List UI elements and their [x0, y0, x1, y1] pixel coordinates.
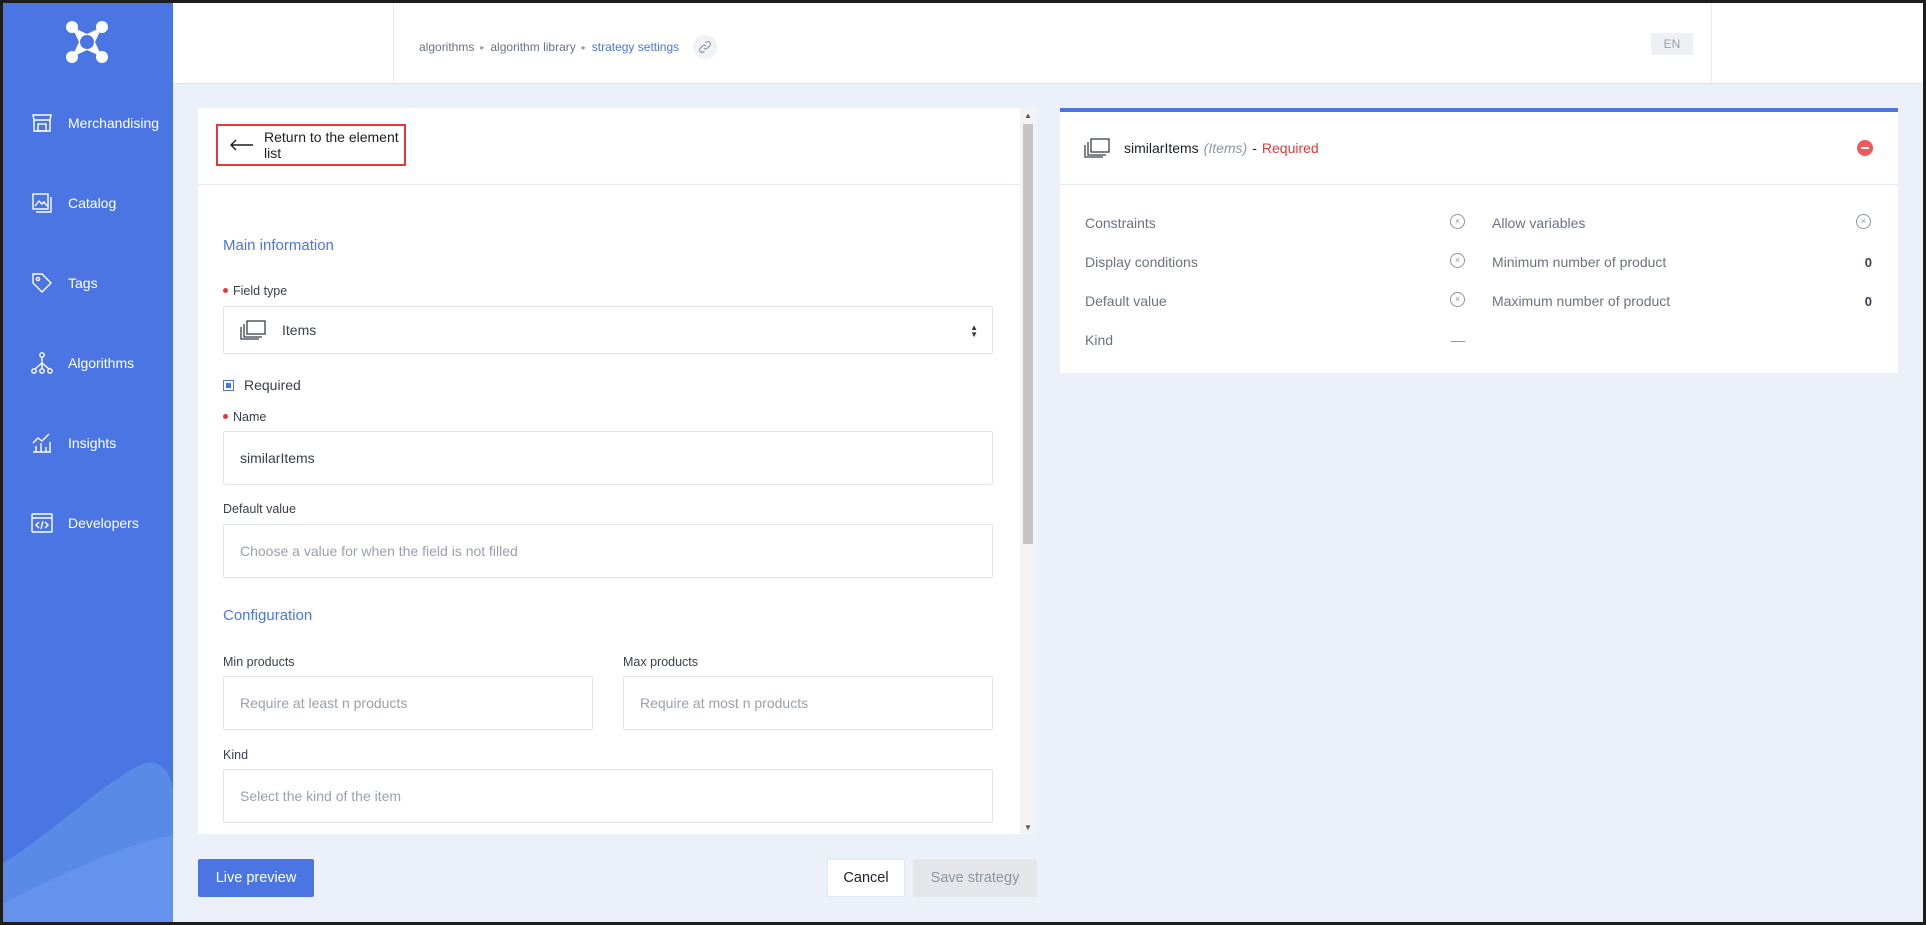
- max-products-label: Max products: [623, 655, 699, 669]
- preview-row-label: Minimum number of product: [1492, 254, 1667, 270]
- copy-link-button[interactable]: [693, 35, 718, 59]
- form-scrollbar[interactable]: ▲ ▼: [1020, 108, 1036, 834]
- arrow-left-icon: [230, 139, 254, 151]
- divider: [198, 184, 1020, 185]
- default-value-label: Default value: [223, 502, 296, 516]
- sidebar-item-label: Insights: [68, 435, 117, 451]
- cancel-button[interactable]: Cancel: [827, 859, 905, 897]
- breadcrumb-item-algorithm-library[interactable]: algorithm library: [490, 40, 575, 54]
- algorithm-tree-icon: [29, 350, 55, 376]
- return-label: Return to the element list: [264, 129, 399, 161]
- name-input[interactable]: similarItems: [223, 431, 993, 485]
- minus-icon: [1861, 147, 1869, 149]
- breadcrumb: algorithms ▸ algorithm library ▸ strateg…: [419, 35, 718, 59]
- items-stack-icon: [1084, 138, 1110, 158]
- kind-label: Kind: [223, 748, 249, 762]
- items-stack-icon: [240, 320, 266, 340]
- save-strategy-button[interactable]: Save strategy: [913, 859, 1037, 897]
- preview-row-label: Kind: [1085, 332, 1114, 348]
- empty-dash-icon: [1451, 341, 1465, 342]
- logo-icon: [65, 21, 108, 63]
- app-logo[interactable]: [0, 0, 173, 84]
- preview-separator: -: [1252, 140, 1257, 156]
- return-to-list-button[interactable]: Return to the element list: [216, 124, 406, 166]
- preview-row-label: Display conditions: [1085, 254, 1198, 270]
- sidebar-decoration: [0, 762, 173, 925]
- x-circle-icon: ×: [1450, 253, 1465, 268]
- default-value-placeholder: Choose a value for when the field is not…: [240, 543, 518, 559]
- breadcrumb-item-strategy-settings: strategy settings: [591, 40, 680, 54]
- name-label: Name: [223, 410, 266, 424]
- code-window-icon: [29, 510, 55, 536]
- remove-element-button[interactable]: [1857, 140, 1873, 156]
- preview-element-name: similarItems: [1124, 140, 1199, 156]
- required-dot: [223, 288, 228, 294]
- top-bar: algorithms ▸ algorithm library ▸ strateg…: [173, 3, 1923, 84]
- breadcrumb-separator-icon: ▸: [581, 42, 586, 52]
- sidebar-item-catalog[interactable]: Catalog: [0, 175, 173, 231]
- element-preview-card: similarItems (Items) - Required Constrai…: [1060, 108, 1898, 373]
- min-products-placeholder: Require at least n products: [240, 695, 408, 711]
- field-type-value: Items: [282, 322, 317, 338]
- tag-icon: [29, 270, 55, 296]
- divider: [393, 3, 394, 83]
- preview-row-value: 0: [1864, 294, 1872, 309]
- preview-row-label: Maximum number of product: [1492, 293, 1671, 309]
- required-dot: [223, 414, 228, 420]
- sidebar-item-label: Tags: [68, 275, 98, 291]
- x-circle-icon: ×: [1856, 214, 1871, 229]
- link-icon: [699, 41, 712, 53]
- min-products-label: Min products: [223, 655, 295, 669]
- live-preview-button[interactable]: Live preview: [198, 859, 314, 897]
- chart-icon: [29, 430, 55, 456]
- sidebar: Merchandising Catalog Tags Algorithms In…: [0, 0, 173, 925]
- scroll-down-icon[interactable]: ▼: [1020, 820, 1036, 834]
- scroll-up-icon[interactable]: ▲: [1020, 108, 1036, 122]
- preview-row-label: Allow variables: [1492, 215, 1586, 231]
- name-input-value: similarItems: [240, 450, 315, 466]
- section-title-main-information: Main information: [223, 237, 334, 254]
- preview-required-badge: Required: [1261, 140, 1319, 156]
- x-circle-icon: ×: [1450, 292, 1465, 307]
- select-caret-icon: ▲ ▼: [970, 323, 978, 339]
- field-type-label: Field type: [223, 284, 287, 298]
- preview-row-label: Constraints: [1085, 215, 1156, 231]
- sidebar-item-merchandising[interactable]: Merchandising: [0, 95, 173, 151]
- sidebar-item-label: Catalog: [68, 195, 117, 211]
- field-type-label-text: Field type: [233, 284, 288, 298]
- breadcrumb-item-algorithms[interactable]: algorithms: [419, 40, 474, 54]
- language-selector[interactable]: EN: [1651, 33, 1693, 55]
- x-circle-icon: ×: [1450, 214, 1465, 229]
- divider: [1711, 3, 1712, 83]
- breadcrumb-separator-icon: ▸: [480, 42, 485, 52]
- preview-row-label: Default value: [1085, 293, 1167, 309]
- min-products-input[interactable]: Require at least n products: [223, 676, 593, 730]
- default-value-input[interactable]: Choose a value for when the field is not…: [223, 524, 993, 578]
- kind-select[interactable]: Select the kind of the item: [223, 769, 993, 823]
- preview-header: similarItems (Items) - Required: [1060, 112, 1898, 185]
- storefront-icon: [29, 110, 55, 136]
- checkbox-checked-icon: [223, 379, 234, 391]
- sidebar-item-label: Algorithms: [68, 355, 135, 371]
- name-label-text: Name: [233, 410, 267, 424]
- required-checkbox-label: Required: [244, 377, 301, 393]
- max-products-placeholder: Require at most n products: [640, 695, 809, 711]
- required-checkbox[interactable]: Required: [223, 377, 301, 393]
- sidebar-item-tags[interactable]: Tags: [0, 255, 173, 311]
- kind-placeholder: Select the kind of the item: [240, 788, 402, 804]
- preview-row-value: 0: [1864, 255, 1872, 270]
- max-products-input[interactable]: Require at most n products: [623, 676, 993, 730]
- scrollbar-thumb[interactable]: [1023, 124, 1033, 544]
- element-form-panel: Return to the element list Main informat…: [198, 108, 1036, 834]
- sidebar-item-label: Developers: [68, 515, 139, 531]
- sidebar-item-label: Merchandising: [68, 115, 160, 131]
- preview-element-type: (Items): [1203, 140, 1248, 156]
- sidebar-item-insights[interactable]: Insights: [0, 415, 173, 471]
- field-type-select[interactable]: Items ▲ ▼: [223, 306, 993, 354]
- sidebar-item-algorithms[interactable]: Algorithms: [0, 335, 173, 391]
- catalog-icon: [29, 190, 55, 216]
- sidebar-item-developers[interactable]: Developers: [0, 495, 173, 551]
- section-title-configuration: Configuration: [223, 607, 313, 624]
